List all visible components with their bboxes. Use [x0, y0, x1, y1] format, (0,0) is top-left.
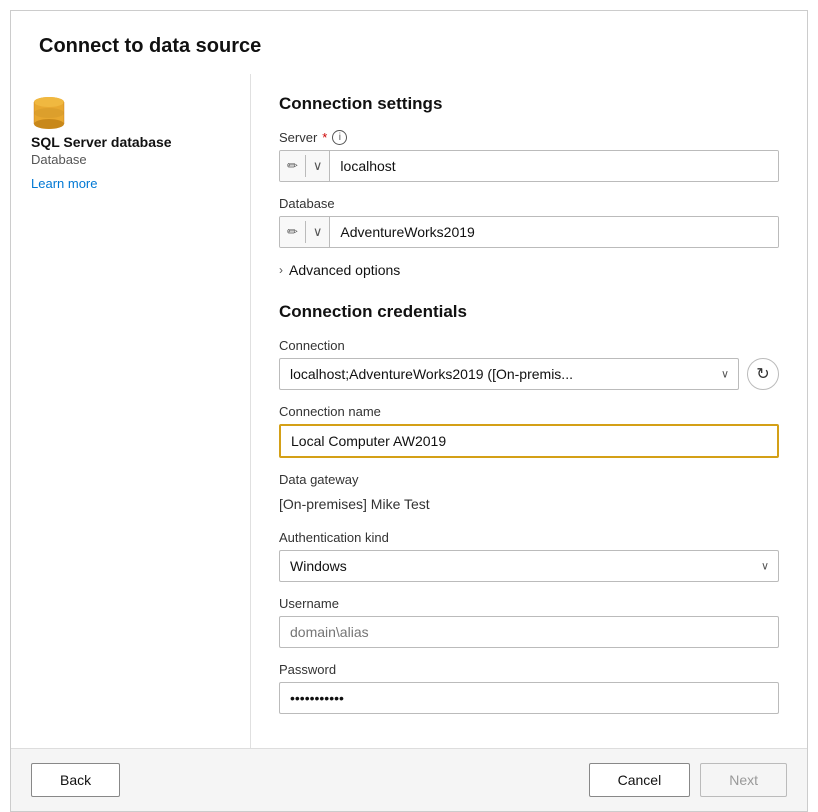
dialog-footer: Back Cancel Next — [11, 748, 807, 811]
database-controls: ✏ ∨ — [280, 217, 330, 247]
connection-settings-title: Connection settings — [279, 94, 779, 114]
connection-dropdown-wrapper: localhost;AdventureWorks2019 ([On-premis… — [279, 358, 739, 390]
username-field-group: Username — [279, 596, 779, 648]
auth-kind-select[interactable]: Windows Basic OAuth2 — [279, 550, 779, 582]
username-label: Username — [279, 596, 779, 611]
server-required: * — [322, 130, 327, 145]
footer-right: Cancel Next — [589, 763, 787, 797]
database-dropdown-btn[interactable]: ∨ — [306, 217, 330, 247]
page-title: Connect to data source — [11, 11, 807, 74]
database-input[interactable] — [330, 217, 778, 247]
footer-left: Back — [31, 763, 120, 797]
server-info-icon[interactable]: i — [332, 130, 347, 145]
server-dropdown-btn[interactable]: ∨ — [306, 151, 330, 181]
database-label: Database — [279, 196, 779, 211]
server-controls: ✏ ∨ — [280, 151, 330, 181]
refresh-button[interactable]: ↻ — [747, 358, 779, 390]
password-field-group: Password — [279, 662, 779, 714]
advanced-options-toggle[interactable]: › Advanced options — [279, 262, 779, 278]
database-edit-btn[interactable]: ✏ — [280, 217, 305, 247]
connection-select[interactable]: localhost;AdventureWorks2019 ([On-premis… — [279, 358, 739, 390]
credentials-section: Connection credentials Connection localh… — [279, 302, 779, 714]
sidebar-db-name: SQL Server database — [31, 134, 230, 150]
connection-name-input[interactable] — [279, 424, 779, 458]
server-input-wrapper: ✏ ∨ — [279, 150, 779, 182]
data-gateway-label: Data gateway — [279, 472, 779, 487]
data-gateway-field-group: Data gateway [On-premises] Mike Test — [279, 472, 779, 516]
main-content: Connection settings Server * i ✏ ∨ — [251, 74, 807, 748]
connection-field-group: Connection localhost;AdventureWorks2019 … — [279, 338, 779, 390]
advanced-chevron-icon: › — [279, 263, 283, 277]
auth-kind-label: Authentication kind — [279, 530, 779, 545]
username-input[interactable] — [279, 616, 779, 648]
sql-server-icon — [31, 94, 67, 134]
data-gateway-value: [On-premises] Mike Test — [279, 492, 779, 516]
server-field-group: Server * i ✏ ∨ — [279, 130, 779, 182]
sidebar: SQL Server database Database Learn more — [11, 74, 251, 748]
database-input-wrapper: ✏ ∨ — [279, 216, 779, 248]
next-button[interactable]: Next — [700, 763, 787, 797]
credentials-title: Connection credentials — [279, 302, 779, 322]
server-edit-btn[interactable]: ✏ — [280, 151, 305, 181]
database-field-group: Database ✏ ∨ — [279, 196, 779, 248]
cancel-button[interactable]: Cancel — [589, 763, 691, 797]
sidebar-db-type: Database — [31, 152, 230, 167]
server-label: Server * i — [279, 130, 779, 145]
connection-label: Connection — [279, 338, 779, 353]
connection-select-wrapper: localhost;AdventureWorks2019 ([On-premis… — [279, 358, 779, 390]
server-input[interactable] — [330, 151, 778, 181]
learn-more-link[interactable]: Learn more — [31, 176, 97, 191]
password-label: Password — [279, 662, 779, 677]
connection-name-label: Connection name — [279, 404, 779, 419]
auth-kind-dropdown-wrapper: Windows Basic OAuth2 — [279, 550, 779, 582]
password-input[interactable] — [279, 682, 779, 714]
back-button[interactable]: Back — [31, 763, 120, 797]
auth-kind-field-group: Authentication kind Windows Basic OAuth2 — [279, 530, 779, 582]
connection-name-field-group: Connection name — [279, 404, 779, 458]
